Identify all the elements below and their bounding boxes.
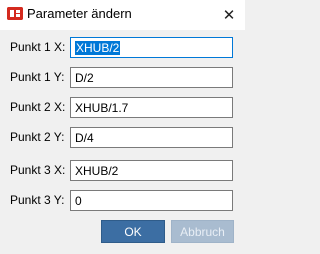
field-label: Punkt 1 Y: <box>10 70 65 84</box>
field-label: Punkt 2 X: <box>10 100 66 114</box>
form-row-punkt-2-x: Punkt 2 X: XHUB/1.7 <box>0 97 245 119</box>
selected-text: XHUB/2 <box>75 41 121 55</box>
app-logo-icon <box>7 7 23 20</box>
close-icon[interactable]: ✕ <box>213 0 245 30</box>
punkt-1-x-input[interactable]: XHUB/2 <box>70 37 233 58</box>
parameter-dialog: Parameter ändern ✕ Punkt 1 X: XHUB/2 Pun… <box>0 0 245 254</box>
punkt-1-y-input[interactable]: D/2 <box>70 67 233 88</box>
field-label: Punkt 1 X: <box>10 40 66 54</box>
title-bar: Parameter ändern ✕ <box>0 0 245 30</box>
punkt-2-x-input[interactable]: XHUB/1.7 <box>70 97 233 118</box>
form-row-punkt-3-y: Punkt 3 Y: 0 <box>0 190 245 212</box>
punkt-3-y-input[interactable]: 0 <box>70 190 233 211</box>
form-row-punkt-2-y: Punkt 2 Y: D/4 <box>0 127 245 149</box>
ok-button[interactable]: OK <box>101 220 165 243</box>
window-title: Parameter ändern <box>27 6 132 21</box>
field-label: Punkt 2 Y: <box>10 130 65 144</box>
form-row-punkt-3-x: Punkt 3 X: XHUB/2 <box>0 160 245 182</box>
form-row-punkt-1-x: Punkt 1 X: XHUB/2 <box>0 37 245 59</box>
cancel-button[interactable]: Abbruch <box>171 220 234 243</box>
form-row-punkt-1-y: Punkt 1 Y: D/2 <box>0 67 245 89</box>
punkt-3-x-input[interactable]: XHUB/2 <box>70 160 233 181</box>
punkt-2-y-input[interactable]: D/4 <box>70 127 233 148</box>
field-label: Punkt 3 Y: <box>10 193 65 207</box>
field-label: Punkt 3 X: <box>10 163 66 177</box>
